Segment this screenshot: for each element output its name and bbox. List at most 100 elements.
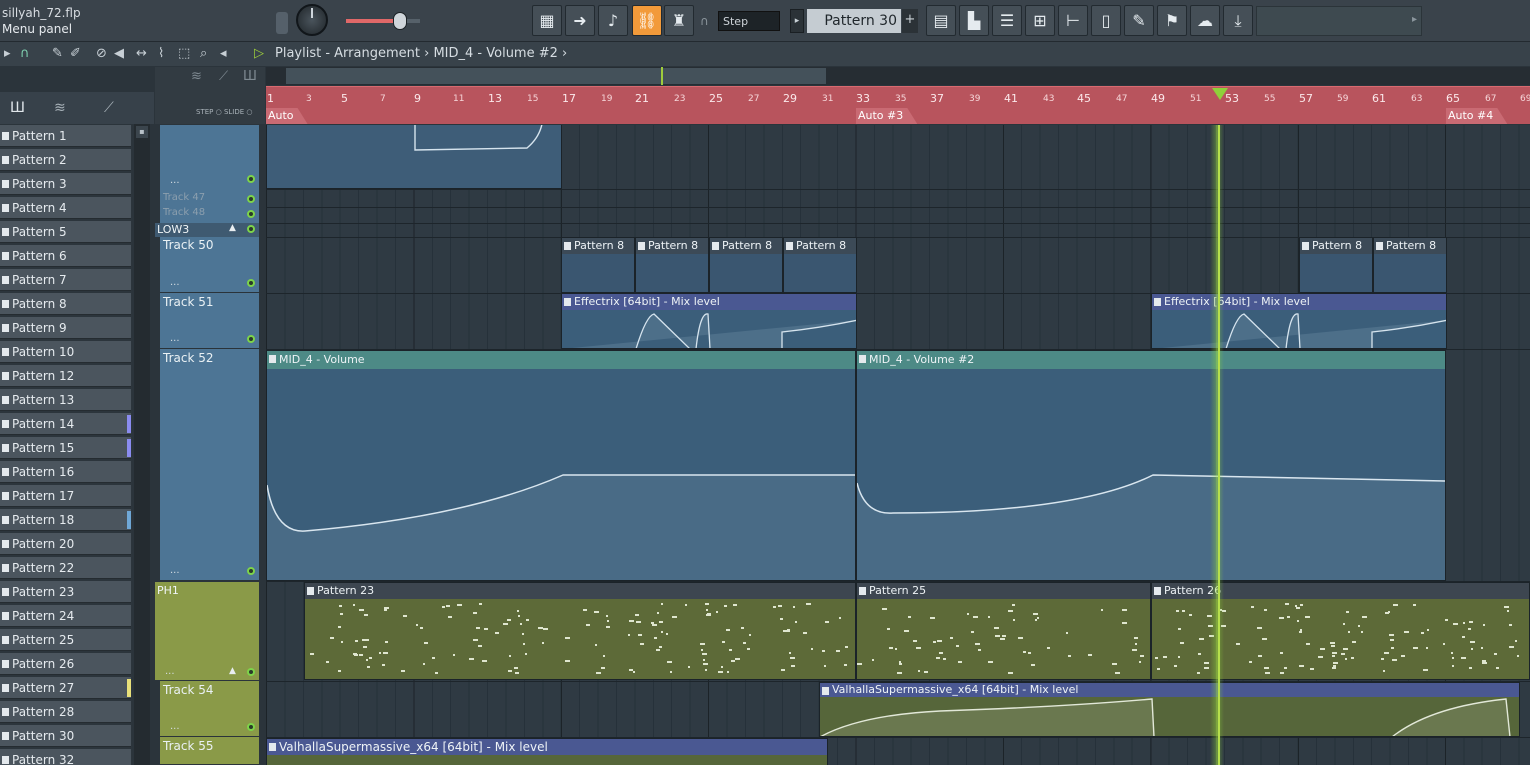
slip-icon[interactable]: ↔ (136, 46, 147, 61)
piano-roll-icon[interactable]: ▙ (959, 5, 989, 36)
pattern-clip[interactable]: Pattern 8 (561, 237, 635, 293)
picker-item[interactable]: Pattern 20 (0, 533, 131, 555)
playhead-marker[interactable] (1212, 88, 1228, 100)
automation-clip-valhalla[interactable]: ValhallaSupermassive_x64 [64bit] - Mix l… (266, 738, 828, 765)
pattern-clip[interactable]: Pattern 8 (1299, 237, 1373, 293)
track-enable-led[interactable] (247, 723, 255, 731)
paint-icon[interactable]: ✐ (70, 46, 81, 61)
track-enable-led[interactable] (247, 567, 255, 575)
picker-item[interactable]: Pattern 9 (0, 317, 131, 339)
slice-icon[interactable]: ⌇ (158, 46, 164, 61)
step-slide-toggle[interactable]: STEP ○ SLIDE ○ (196, 108, 253, 116)
pattern-clip-26[interactable]: Pattern 26 (1151, 582, 1530, 680)
automation-clip-mid4-volume-2[interactable]: MID_4 - Volume #2 (856, 350, 1446, 581)
collapse-icon[interactable]: ▲ (229, 666, 236, 676)
picker-item[interactable]: Pattern 10 (0, 341, 131, 363)
chevron-right-icon[interactable]: ▸ (1412, 14, 1417, 25)
pattern-clip-25[interactable]: Pattern 25 (856, 582, 1151, 680)
magnet-icon[interactable]: ∩ (20, 46, 30, 61)
download-icon[interactable]: ⤓ (1223, 5, 1253, 36)
track-enable-led[interactable] (247, 335, 255, 343)
picker-item[interactable]: Pattern 22 (0, 557, 131, 579)
picker-item[interactable]: Pattern 7 (0, 269, 131, 291)
picker-item[interactable]: Pattern 6 (0, 245, 131, 267)
track-enable-led[interactable] (247, 175, 255, 183)
group-low3-header[interactable]: LOW3 ▲ (155, 223, 259, 237)
time-marker[interactable]: Auto #3 (856, 108, 917, 124)
arrangement-grid[interactable]: Pattern 8 Pattern 8 Pattern 8 Pattern 8 … (266, 125, 1530, 765)
channel-rack-icon[interactable]: ☰ (992, 5, 1022, 36)
time-marker[interactable]: Auto #4 (1446, 108, 1507, 124)
pencil-icon[interactable]: ✎ (52, 46, 63, 61)
pattern-icon[interactable]: Ш (243, 69, 257, 84)
picker-item[interactable]: Pattern 15 (0, 437, 131, 459)
picker-item[interactable]: Pattern 25 (0, 629, 131, 651)
breadcrumb-clip[interactable]: MID_4 - Volume #2 (433, 46, 557, 61)
pattern-selector[interactable]: Pattern 30 (807, 9, 901, 33)
group-ph1-header[interactable]: PH1 ... ▲ (155, 582, 259, 680)
picker-item[interactable]: Pattern 24 (0, 605, 131, 627)
arrow-right-icon[interactable]: ➜ (565, 5, 595, 36)
track-enable-led[interactable] (247, 210, 255, 218)
track-54-header[interactable]: Track 54 ... (160, 681, 259, 737)
pattern-clip[interactable]: Pattern 8 (709, 237, 783, 293)
plugin-icon[interactable]: ✎ (1124, 5, 1154, 36)
mute-icon[interactable]: ◀ (114, 46, 124, 61)
wave-icon[interactable]: ≋ (191, 69, 202, 84)
browser-icon[interactable]: ⊢ (1058, 5, 1088, 36)
pattern-clip[interactable]: Pattern 8 (783, 237, 857, 293)
picker-item[interactable]: Pattern 14 (0, 413, 131, 435)
track-50-header[interactable]: Track 50 ... (160, 237, 259, 293)
track-enable-led[interactable] (247, 279, 255, 287)
piano-keys-icon[interactable]: ▦ (532, 5, 562, 36)
picker-item[interactable]: Pattern 26 (0, 653, 131, 675)
automation-clip-mid4-volume[interactable]: MID_4 - Volume (266, 350, 856, 581)
brush-icon[interactable]: ♪ (598, 5, 628, 36)
playlist-icon[interactable]: ▤ (926, 5, 956, 36)
link-icon[interactable]: ⛓ (632, 5, 662, 36)
picker-item[interactable]: Pattern 27 (0, 677, 131, 699)
automation-clip[interactable]: Effectrix [64bit] - Mix level (1151, 293, 1447, 349)
zoom-icon[interactable]: ⌕ (200, 46, 207, 61)
master-pitch-slider[interactable] (346, 19, 420, 23)
toolbar-grip[interactable] (276, 12, 288, 34)
delete-icon[interactable]: ⊘ (96, 46, 107, 61)
file-icon[interactable]: ▯ (1091, 5, 1121, 36)
menu-panel-label[interactable]: Menu panel (2, 22, 72, 36)
snap-select[interactable]: Step (718, 11, 780, 31)
cloud-icon[interactable]: ☁ (1190, 5, 1220, 36)
picker-item[interactable]: Pattern 23 (0, 581, 131, 603)
track-48-header[interactable]: Track 48 (160, 207, 259, 223)
picker-item[interactable]: Pattern 4 (0, 197, 131, 219)
picker-item[interactable]: Pattern 32 (0, 749, 131, 765)
select-icon[interactable]: ⬚ (178, 46, 190, 61)
picker-item[interactable]: Pattern 2 (0, 149, 131, 171)
track-enable-led[interactable] (247, 225, 255, 233)
picker-item[interactable]: Pattern 12 (0, 365, 131, 387)
automation-icon[interactable]: ⟋ (219, 69, 228, 84)
picker-item[interactable]: Pattern 28 (0, 701, 131, 723)
automation-clip-valhalla[interactable]: ValhallaSupermassive_x64 [64bit] - Mix l… (819, 682, 1520, 737)
picker-scroll-up[interactable]: ▪ (136, 126, 148, 138)
picker-item[interactable]: Pattern 3 (0, 173, 131, 195)
automation-clip[interactable] (266, 125, 562, 189)
speaker-icon[interactable]: ◂ (220, 46, 227, 61)
picker-item[interactable]: Pattern 18 (0, 509, 131, 531)
automation-filter-icon[interactable]: ⟋ (104, 100, 114, 116)
track-51-header[interactable]: Track 51 ... (160, 293, 259, 349)
track-55-header[interactable]: Track 55 (160, 737, 259, 765)
pattern-clip[interactable]: Pattern 8 (635, 237, 709, 293)
picker-item[interactable]: Pattern 1 (0, 125, 131, 147)
overview-strip[interactable] (266, 67, 1530, 85)
pattern-prev-button[interactable]: ▸ (790, 9, 804, 33)
time-marker[interactable]: Auto (266, 108, 308, 124)
picker-item[interactable]: Pattern 17 (0, 485, 131, 507)
breadcrumb-playlist[interactable]: Playlist - Arrangement (275, 46, 420, 61)
collapse-icon[interactable]: ▲ (229, 223, 236, 233)
track-enable-led[interactable] (247, 195, 255, 203)
slider-thumb[interactable] (393, 12, 407, 30)
stamp-icon[interactable]: ♜ (664, 5, 694, 36)
touch-controller-icon[interactable]: ⚑ (1157, 5, 1187, 36)
automation-clip[interactable]: Effectrix [64bit] - Mix level (561, 293, 857, 349)
master-volume-knob[interactable] (296, 4, 328, 36)
